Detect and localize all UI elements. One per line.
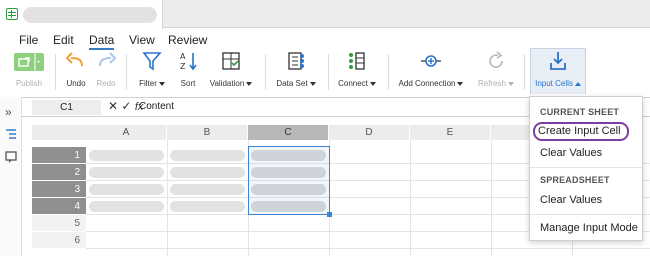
cell-placeholder[interactable] [89,167,164,178]
validation-button[interactable]: Validation [206,50,256,88]
menu-bar: File Edit Data View Review [0,30,650,50]
publish-icon [13,50,45,76]
cell-reference-box[interactable]: C1 [32,100,101,115]
filter-icon [142,50,162,76]
menu-edit[interactable]: Edit [53,33,74,47]
row-header-1[interactable]: 1 [32,147,86,164]
sort-label: Sort [180,79,196,88]
list-tree-icon[interactable] [5,128,17,142]
title-bar [0,0,650,29]
undo-button[interactable]: Undo [64,50,88,88]
cell-placeholder[interactable] [89,201,164,212]
comment-icon[interactable] [5,151,17,165]
row-header-5[interactable]: 5 [32,215,86,232]
formula-input[interactable]: Content [139,101,174,112]
separator [524,54,525,90]
refresh-icon [486,50,506,76]
add-connection-button[interactable]: Add Connection [395,50,467,88]
cell-placeholder[interactable] [170,184,245,195]
column-header-e[interactable]: E [410,125,491,140]
refresh-button[interactable]: Refresh [474,50,518,88]
create-input-cell-item[interactable]: Create Input Cell [538,125,621,137]
select-all-corner[interactable] [32,125,86,140]
refresh-label: Refresh [474,79,518,88]
cancel-icon[interactable]: ✕ [108,99,118,113]
divider [530,167,642,168]
cell-placeholder[interactable] [170,201,245,212]
sort-az-icon: AZ [178,50,198,76]
menu-file[interactable]: File [19,33,38,47]
validation-icon [221,50,241,76]
connect-button[interactable]: Connect [335,50,379,88]
column-header-a[interactable]: A [86,125,167,140]
separator [265,54,266,90]
column-header-c[interactable]: C [248,125,329,140]
document-title-placeholder [23,7,157,23]
spreadsheet-header: SPREADSHEET [540,175,610,185]
row-header-2[interactable]: 2 [32,164,86,181]
cell-placeholder[interactable] [89,150,164,161]
current-sheet-header: CURRENT SHEET [540,107,620,117]
column-header-b[interactable]: B [167,125,248,140]
redo-label: Redo [96,79,116,88]
filter-label: Filter [134,79,170,88]
gridline [86,248,650,249]
divider [530,214,642,215]
separator [126,54,127,90]
column-header-d[interactable]: D [329,125,410,140]
cell-placeholder[interactable] [89,184,164,195]
publish-button[interactable]: Publish [11,50,47,88]
connect-icon [347,50,367,76]
connect-label: Connect [335,79,379,88]
redo-icon [96,50,117,76]
validation-label: Validation [206,79,256,88]
left-rail: » [0,97,22,256]
svg-text:Z: Z [180,62,186,71]
separator [328,54,329,90]
data-set-button[interactable]: Data Set [273,50,319,88]
undo-label: Undo [66,79,86,88]
undo-icon [65,50,86,76]
clear-values-sheet-item[interactable]: Clear Values [540,147,602,159]
gridline [491,140,492,256]
data-set-label: Data Set [273,79,319,88]
cell-selection-range[interactable] [248,146,330,215]
separator [388,54,389,90]
input-cells-label: Input Cells [532,79,584,88]
document-tab[interactable] [0,0,163,29]
publish-label: Publish [15,79,43,88]
spreadsheet-icon [6,8,18,20]
confirm-check-icon[interactable]: ✓ [121,99,131,113]
input-cells-button[interactable]: Input Cells [532,50,584,88]
separator [55,54,56,90]
manage-input-mode-item[interactable]: Manage Input Mode [540,222,638,234]
row-header-3[interactable]: 3 [32,181,86,198]
menu-data[interactable]: Data [89,33,115,50]
row-header-4[interactable]: 4 [32,198,86,215]
row-header-6[interactable]: 6 [32,232,86,249]
add-connection-label: Add Connection [395,79,467,88]
svg-text:A: A [180,52,186,61]
cell-placeholder[interactable] [170,150,245,161]
clear-values-spreadsheet-item[interactable]: Clear Values [540,194,602,206]
add-connection-icon [419,50,443,76]
menu-view[interactable]: View [129,33,155,47]
menu-review[interactable]: Review [168,33,207,47]
input-cells-download-icon [548,50,568,76]
input-cells-dropdown: CURRENT SHEET Create Input Cell Clear Va… [529,96,643,241]
filter-button[interactable]: Filter [134,50,170,88]
fill-handle[interactable] [327,212,332,217]
expand-panel-icon[interactable]: » [5,106,12,118]
cell-placeholder[interactable] [170,167,245,178]
gridline [167,140,168,256]
redo-button[interactable]: Redo [94,50,118,88]
gridline [410,140,411,256]
data-set-icon [286,50,306,76]
sort-button[interactable]: AZ Sort [176,50,200,88]
ribbon-toolbar: Publish Undo Redo Filter AZ Sort Validat… [0,50,650,96]
